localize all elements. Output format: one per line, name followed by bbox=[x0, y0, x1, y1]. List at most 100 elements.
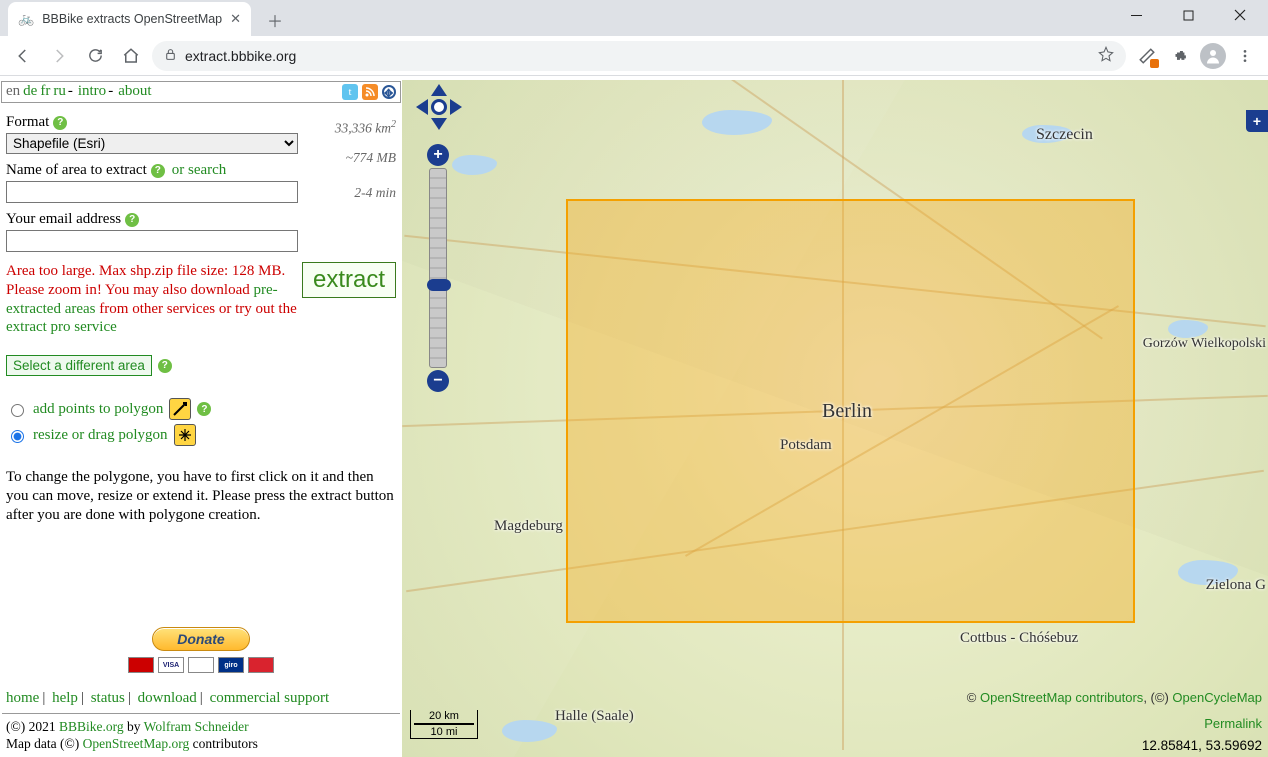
permalink-link[interactable]: Permalink bbox=[1204, 716, 1262, 731]
osm-contributors-link[interactable]: OpenStreetMap contributors bbox=[980, 690, 1143, 705]
top-nav-bar: en de fr ru - intro - about t ✥ bbox=[1, 81, 401, 103]
browser-toolbar: extract.bbbike.org bbox=[0, 36, 1268, 76]
help-icon[interactable]: ? bbox=[158, 359, 172, 373]
zoom-out-button[interactable]: − bbox=[427, 370, 449, 392]
nav-forward-button bbox=[44, 41, 74, 71]
opencyclemap-link[interactable]: OpenCycleMap bbox=[1172, 690, 1262, 705]
select-different-area-button[interactable]: Select a different area bbox=[6, 355, 152, 376]
lang-fr-link[interactable]: fr bbox=[40, 83, 50, 100]
polygon-instructions: To change the polygone, you have to firs… bbox=[6, 468, 394, 524]
rss-icon[interactable] bbox=[362, 84, 378, 100]
city-label-cottbus: Cottbus - Chóśebuz bbox=[960, 630, 1078, 647]
pan-left-icon[interactable] bbox=[416, 99, 428, 115]
stats-column: 33,336 km2 ~774 MB 2-4 min bbox=[335, 110, 396, 207]
extract-button[interactable]: extract bbox=[302, 262, 396, 298]
commercial-support-link[interactable]: commercial support bbox=[210, 690, 330, 706]
help-icon[interactable]: ? bbox=[151, 164, 165, 178]
amex-icon bbox=[188, 657, 214, 673]
fullscreen-icon[interactable]: ✥ bbox=[382, 85, 396, 99]
window-close-button[interactable] bbox=[1218, 0, 1262, 30]
add-points-icon bbox=[169, 398, 191, 420]
city-label-magdeburg: Magdeburg bbox=[494, 518, 563, 535]
nav-separator: - bbox=[68, 83, 73, 100]
zoom-slider[interactable] bbox=[429, 168, 447, 368]
scale-mi: 10 mi bbox=[431, 726, 458, 738]
extract-pro-link[interactable]: extract pro service bbox=[6, 319, 117, 335]
area-name-input[interactable] bbox=[6, 181, 298, 203]
pan-right-icon[interactable] bbox=[450, 99, 462, 115]
resize-drag-radio[interactable] bbox=[11, 430, 24, 443]
stat-size: ~774 MB bbox=[335, 143, 396, 172]
nav-home-button[interactable] bbox=[116, 41, 146, 71]
twitter-icon[interactable]: t bbox=[342, 84, 358, 100]
zoom-slider-thumb[interactable] bbox=[427, 279, 451, 291]
donate-block: Donate VISA giro bbox=[0, 627, 402, 673]
lang-ru-link[interactable]: ru bbox=[53, 83, 66, 100]
about-link[interactable]: about bbox=[118, 83, 151, 100]
lock-icon bbox=[164, 48, 177, 64]
city-label-berlin: Berlin bbox=[822, 400, 872, 423]
zoom-in-button[interactable]: + bbox=[427, 144, 449, 166]
resize-drag-label: resize or drag polygon bbox=[33, 427, 168, 444]
nav-reload-button[interactable] bbox=[80, 41, 110, 71]
help-icon[interactable]: ? bbox=[197, 402, 211, 416]
city-label-potsdam: Potsdam bbox=[780, 437, 832, 454]
tab-close-icon[interactable]: ✕ bbox=[230, 11, 241, 27]
map-attribution: © OpenStreetMap contributors, (©) OpenCy… bbox=[967, 690, 1262, 705]
city-label-szczecin: Szczecin bbox=[1036, 126, 1093, 144]
stat-area: 33,336 km2 bbox=[335, 110, 396, 143]
sidebar: en de fr ru - intro - about t ✥ Forma bbox=[0, 80, 402, 757]
city-label-halle: Halle (Saale) bbox=[555, 708, 634, 725]
pan-up-icon[interactable] bbox=[431, 84, 447, 96]
nav-back-button[interactable] bbox=[8, 41, 38, 71]
extensions-icon[interactable] bbox=[1166, 41, 1196, 71]
status-link[interactable]: status bbox=[91, 690, 125, 706]
favicon-icon: 🚲 bbox=[18, 11, 34, 27]
help-icon[interactable]: ? bbox=[53, 116, 67, 130]
mastercard-icon bbox=[128, 657, 154, 673]
browser-tab[interactable]: 🚲 BBBike extracts OpenStreetMap ✕ bbox=[8, 2, 251, 36]
intro-link[interactable]: intro bbox=[78, 83, 106, 100]
profile-avatar[interactable] bbox=[1200, 43, 1226, 69]
visa-icon: VISA bbox=[158, 657, 184, 673]
name-label: Name of area to extract bbox=[6, 162, 147, 179]
cursor-coordinates: 12.85841, 53.59692 bbox=[1142, 738, 1262, 753]
donate-button[interactable]: Donate bbox=[152, 627, 249, 651]
window-minimize-button[interactable] bbox=[1114, 0, 1158, 30]
author-link[interactable]: Wolfram Schneider bbox=[144, 719, 249, 734]
scale-km: 20 km bbox=[429, 710, 459, 722]
nav-separator: - bbox=[108, 83, 113, 100]
lang-de-link[interactable]: de bbox=[23, 83, 37, 100]
copyright: (©) 2021 BBBike.org by Wolfram Schneider… bbox=[2, 713, 400, 753]
payment-icons: VISA giro bbox=[0, 657, 402, 673]
help-icon[interactable]: ? bbox=[125, 213, 139, 227]
new-tab-button[interactable]: ＋ bbox=[261, 6, 289, 34]
city-label-gorzow: Gorzów Wielkopolski bbox=[1143, 336, 1266, 352]
footer-links: home| help| status| download| commercial… bbox=[6, 690, 329, 707]
polygon-mode-group: add points to polygon ? resize or drag p… bbox=[6, 398, 394, 446]
email-input[interactable] bbox=[6, 230, 298, 252]
or-search-link[interactable]: or search bbox=[172, 162, 227, 179]
address-bar[interactable]: extract.bbbike.org bbox=[152, 41, 1126, 71]
pan-center-icon[interactable] bbox=[431, 99, 447, 115]
format-select[interactable]: Shapefile (Esri) bbox=[6, 133, 298, 154]
bbbike-link[interactable]: BBBike.org bbox=[59, 719, 124, 734]
ec-icon bbox=[248, 657, 274, 673]
lang-en: en bbox=[6, 83, 20, 100]
layer-switcher-button[interactable]: + bbox=[1246, 110, 1268, 132]
pan-down-icon[interactable] bbox=[431, 118, 447, 130]
tab-title: BBBike extracts OpenStreetMap bbox=[42, 12, 222, 26]
menu-dots-icon[interactable] bbox=[1230, 41, 1260, 71]
help-link[interactable]: help bbox=[52, 690, 78, 706]
resize-drag-icon bbox=[174, 424, 196, 446]
tab-strip: 🚲 BBBike extracts OpenStreetMap ✕ ＋ bbox=[0, 0, 1268, 36]
pan-control[interactable] bbox=[418, 86, 460, 128]
extension-ruler-icon[interactable] bbox=[1132, 41, 1162, 71]
osm-org-link[interactable]: OpenStreetMap.org bbox=[83, 736, 190, 751]
window-maximize-button[interactable] bbox=[1166, 0, 1210, 30]
map-canvas[interactable]: Berlin Potsdam Szczecin Magdeburg Halle … bbox=[402, 80, 1268, 757]
bookmark-star-icon[interactable] bbox=[1098, 46, 1114, 65]
home-link[interactable]: home bbox=[6, 690, 39, 706]
add-points-radio[interactable] bbox=[11, 404, 24, 417]
download-link[interactable]: download bbox=[138, 690, 197, 706]
